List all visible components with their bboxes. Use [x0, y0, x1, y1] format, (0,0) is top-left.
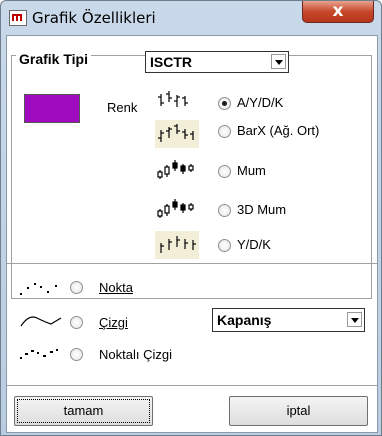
cancel-button[interactable]: iptal: [229, 396, 368, 426]
chevron-down-icon[interactable]: [271, 54, 286, 69]
candlestick-3d-icon: [157, 199, 194, 218]
radio-line[interactable]: [70, 316, 83, 329]
divider: [7, 263, 377, 264]
divider: [7, 385, 377, 386]
dots-icon: [20, 283, 57, 295]
chevron-down-icon[interactable]: [347, 312, 362, 327]
radio-barx[interactable]: [218, 125, 231, 138]
symbol-select[interactable]: ISCTR: [145, 51, 289, 73]
color-swatch[interactable]: [24, 94, 80, 123]
radio-candle[interactable]: [218, 165, 231, 178]
radio-dotted-line[interactable]: [70, 348, 83, 361]
dialog-client: Grafik Tipi ISCTR Renk A/Y/D/K BarX (Ağ.…: [6, 35, 378, 433]
line-icon: [20, 316, 62, 327]
hlc-bars-icon: [155, 231, 199, 259]
dialog-window: Grafik Özellikleri x Grafik Tipi ISCTR R…: [0, 0, 382, 436]
radio-dots[interactable]: [70, 281, 83, 294]
title-bar[interactable]: Grafik Özellikleri x: [1, 1, 381, 35]
label-ohlc: A/Y/D/K: [237, 95, 284, 110]
close-icon: x: [332, 1, 344, 21]
ok-button[interactable]: tamam: [14, 396, 153, 426]
dotted-line-icon: [20, 349, 58, 359]
label-barx: BarX (Ağ. Ort): [237, 123, 320, 138]
radio-candle-3d[interactable]: [218, 204, 231, 217]
app-icon: [9, 10, 27, 26]
label-dots: Nokta: [99, 280, 133, 295]
radio-hlc[interactable]: [218, 239, 231, 252]
window-title: Grafik Özellikleri: [32, 9, 156, 27]
color-label: Renk: [107, 100, 138, 115]
label-dotted-line: Noktalı Çizgi: [99, 347, 172, 362]
barx-icon: [155, 120, 199, 148]
radio-ohlc[interactable]: [218, 97, 231, 110]
ohlc-bars-icon: [158, 91, 188, 107]
symbol-value: ISCTR: [150, 54, 192, 70]
label-hlc: Y/D/K: [237, 237, 271, 252]
candlestick-icon: [157, 160, 194, 179]
group-title: Grafik Tipi: [16, 51, 91, 67]
price-field-select[interactable]: Kapanış: [212, 308, 365, 332]
price-field-value: Kapanış: [217, 312, 272, 328]
label-candle: Mum: [237, 163, 266, 178]
close-button[interactable]: x: [302, 1, 374, 23]
label-line: Çizgi: [99, 315, 128, 330]
label-candle-3d: 3D Mum: [237, 202, 287, 217]
